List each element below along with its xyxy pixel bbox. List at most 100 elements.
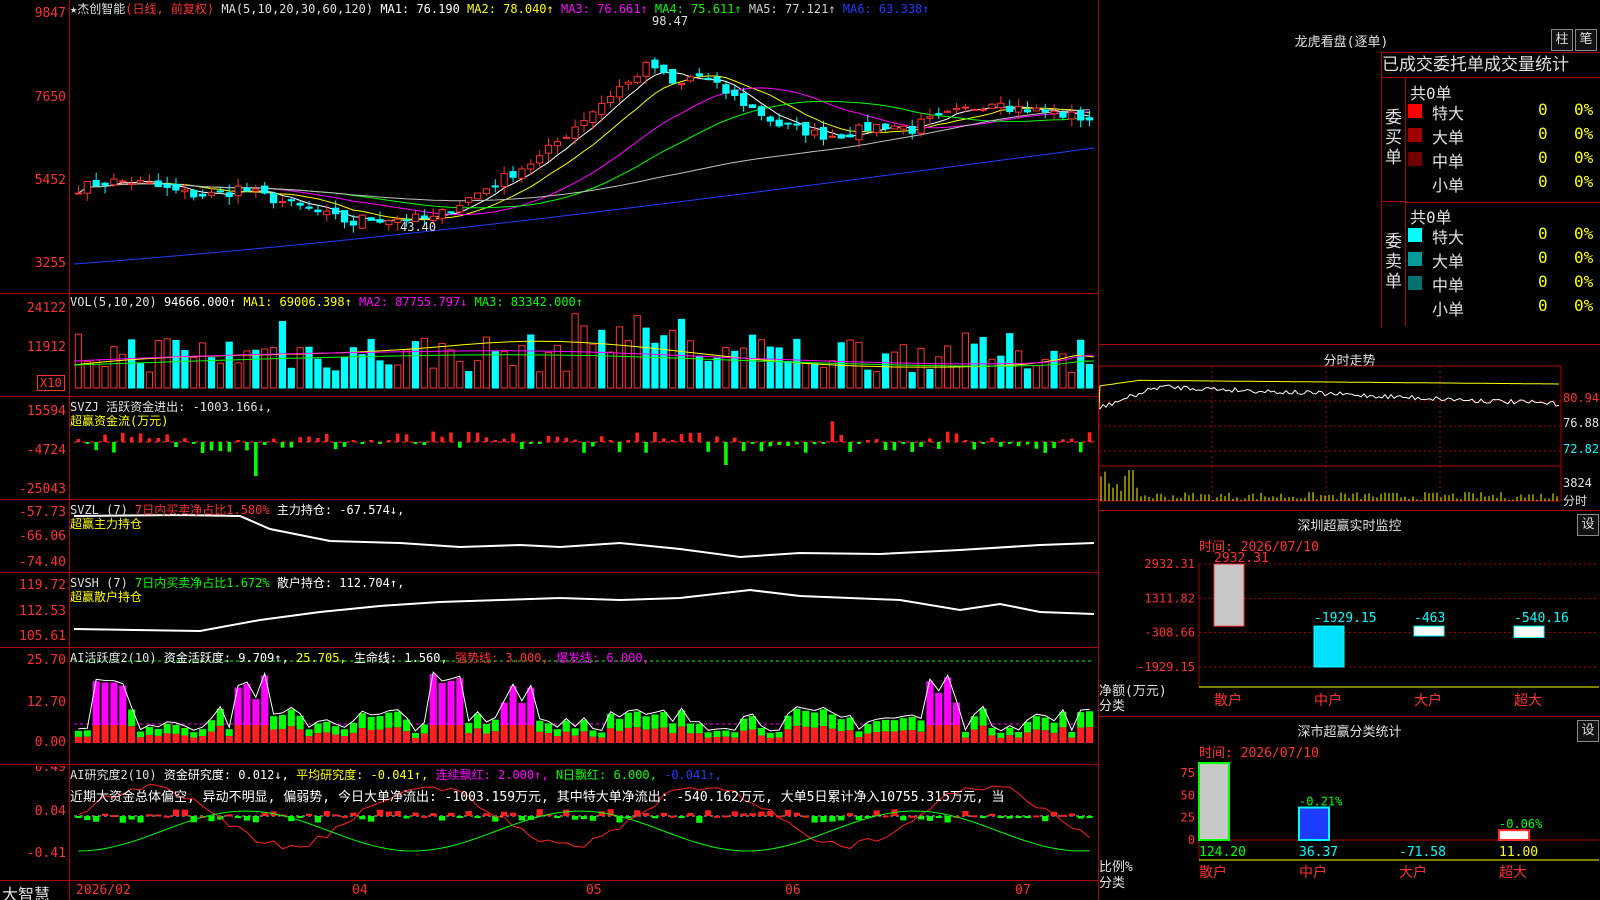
intraday-chart[interactable] — [1099, 346, 1600, 511]
ai1-bar — [642, 716, 650, 730]
ss-bar — [1198, 762, 1230, 841]
sz-monitor-chart[interactable]: 2932.31 1311.82 -308.66 -1929.15 2932.31 散户 -1… — [1099, 512, 1600, 717]
svzj-panel[interactable]: SVZJ 活跃资金进出: -1003.166↓, 超赢资金流(万元) 15594… — [0, 398, 1098, 500]
ai1-bar — [793, 708, 801, 726]
ai2-bar — [430, 813, 437, 816]
ai1-bar — [828, 714, 836, 729]
svzl-ratio: 7日内买卖净占比1.580% — [135, 503, 270, 517]
ai2-bar — [234, 816, 242, 819]
ai1-base-bar — [136, 737, 145, 743]
ai1-base-bar — [172, 733, 180, 743]
svzj-bar — [582, 442, 586, 453]
volume-bar — [438, 343, 446, 389]
tab-filled[interactable]: 已成交 — [1382, 55, 1433, 75]
volume-chart[interactable] — [0, 295, 1098, 397]
ai1-bar — [491, 719, 499, 732]
ai1-bar — [74, 730, 82, 737]
ai1-bar — [411, 732, 420, 738]
ai1-base-bar — [110, 725, 118, 743]
buy-row-name: 中单 — [1432, 152, 1465, 171]
sell-row: 特大 0 0% — [1408, 224, 1600, 247]
ai-research-chart[interactable] — [0, 766, 1098, 880]
price-chart[interactable] — [0, 0, 1098, 294]
ai1-bar — [1086, 711, 1094, 728]
sell-color-swatch — [1408, 252, 1422, 266]
price-panel[interactable]: ★杰创智能(日线, 前复权) MA(5,10,20,30,60,120) MA1… — [0, 0, 1098, 294]
ai2-bar — [900, 816, 907, 821]
svzj-bar — [271, 438, 276, 442]
ai2-bar — [252, 816, 259, 823]
note-toggle-button[interactable]: 笔 — [1575, 29, 1597, 51]
ai1-bar — [429, 674, 437, 725]
volume-bar — [1041, 359, 1049, 389]
ai2-bar — [855, 816, 863, 821]
ai2-bar — [749, 813, 756, 816]
ai1-base-bar — [979, 725, 987, 743]
ai1-bar — [207, 720, 216, 732]
ai-research-panel[interactable]: AI研究度2(10) 资金研究度: 0.012↓, 平均研究度: -0.041↑… — [0, 766, 1098, 880]
ss-bar-value: -71.58 — [1399, 845, 1446, 860]
ai1-bar — [917, 720, 925, 732]
intraday-panel[interactable]: 分时走势 80.94 76.88 72.82 3824 分时 — [1099, 346, 1600, 511]
ai2-bar — [563, 809, 570, 816]
svzl-panel[interactable]: SVZL (7) 7日内买卖净占比1.580% 主力持仓: -67.574↓, … — [0, 501, 1098, 573]
ss-stats-panel[interactable]: 深市超赢分类统计 设 时间: 2026/07/10 75 50 25 0 124.20 散… — [1099, 718, 1600, 900]
ai-activity-panel[interactable]: AI活跃度2(10) 资金活跃度: 9.709↑, 25.705, 生命线: 1… — [0, 649, 1098, 765]
svzj-bar — [679, 434, 684, 442]
volume-bar — [269, 347, 278, 389]
volume-bar — [926, 368, 934, 389]
ai1-base-bar — [385, 727, 393, 743]
volume-bar — [757, 339, 765, 389]
candle-body — [695, 73, 703, 77]
ai1-base-bar — [411, 737, 420, 743]
volume-bar — [686, 340, 695, 389]
lhb-tabs[interactable]: 已成交委托单成交量统计 — [1381, 52, 1600, 78]
candle-body — [571, 126, 579, 139]
ai2-bar — [75, 816, 82, 818]
ai1-bar — [908, 716, 916, 730]
svzj-bar — [307, 436, 311, 442]
candle-body — [775, 119, 783, 127]
volume-bar — [420, 337, 428, 389]
ai1-bar — [110, 682, 118, 725]
candle-body — [518, 168, 526, 179]
svzj-bar — [706, 442, 710, 452]
price-legend: ★杰创智能(日线, 前复权) MA(5,10,20,30,60,120) MA1… — [70, 0, 930, 17]
ai1-bar — [633, 711, 641, 728]
svsh-axis-2: 112.53 — [19, 604, 66, 619]
ai1-bar — [225, 729, 233, 737]
svsh-panel[interactable]: SVSH (7) 7日内买卖净占比1.672% 散户持仓: 112.704↑, … — [0, 574, 1098, 648]
candle-body — [154, 180, 162, 188]
ai1-base-bar — [961, 737, 969, 743]
intraday-frame — [1099, 365, 1562, 502]
volume-bar — [252, 349, 260, 389]
volume-bar — [429, 367, 437, 389]
ai1-base-bar — [988, 735, 996, 743]
ai1-life-line: 生命线: 1.560, — [353, 651, 448, 665]
lhb-panel[interactable]: 龙虎看盘(逐单) 柱 笔 已成交委托单成交量统计 委买单 委卖单 共0单 共0单… — [1099, 0, 1600, 345]
column-toggle-button[interactable]: 柱 — [1551, 29, 1573, 51]
ai1-base-bar — [216, 725, 224, 743]
svzj-bar — [750, 442, 755, 444]
ai-activity-chart[interactable] — [0, 649, 1098, 765]
ai1-base-bar — [332, 734, 340, 743]
tab-volume-stats[interactable]: 成交量统计 — [1484, 55, 1569, 75]
stock-title[interactable]: ★杰创智能 — [70, 2, 125, 16]
ss-stats-chart[interactable]: 75 50 25 0 124.20 散户 -0.21% 36.37 中户 -71.58 大户 -0.0… — [1099, 718, 1600, 900]
ai2-bar — [758, 811, 765, 816]
volume-bar — [979, 336, 987, 389]
candle-body — [607, 96, 615, 104]
price-axis-4: 3255 — [34, 256, 66, 271]
ai2-bar — [1006, 816, 1013, 819]
ai1-base-bar — [669, 733, 677, 743]
ss-axis-tick: 50 — [1181, 788, 1195, 802]
ai2-bar — [314, 816, 322, 823]
volume-bar — [128, 339, 136, 389]
ai1-base-bar — [828, 728, 836, 743]
ai1-bar — [811, 712, 819, 728]
candle-body — [748, 104, 757, 109]
tab-orders[interactable]: 委托单 — [1433, 55, 1484, 75]
volume-panel[interactable]: VOL(5,10,20) 94666.000↑ MA1: 69006.398↑ … — [0, 295, 1098, 397]
sz-monitor-panel[interactable]: 深圳超赢实时监控 设 时间: 2026/07/10 2932.31 1311.82… — [1099, 512, 1600, 717]
ai1-base-bar — [793, 725, 801, 743]
